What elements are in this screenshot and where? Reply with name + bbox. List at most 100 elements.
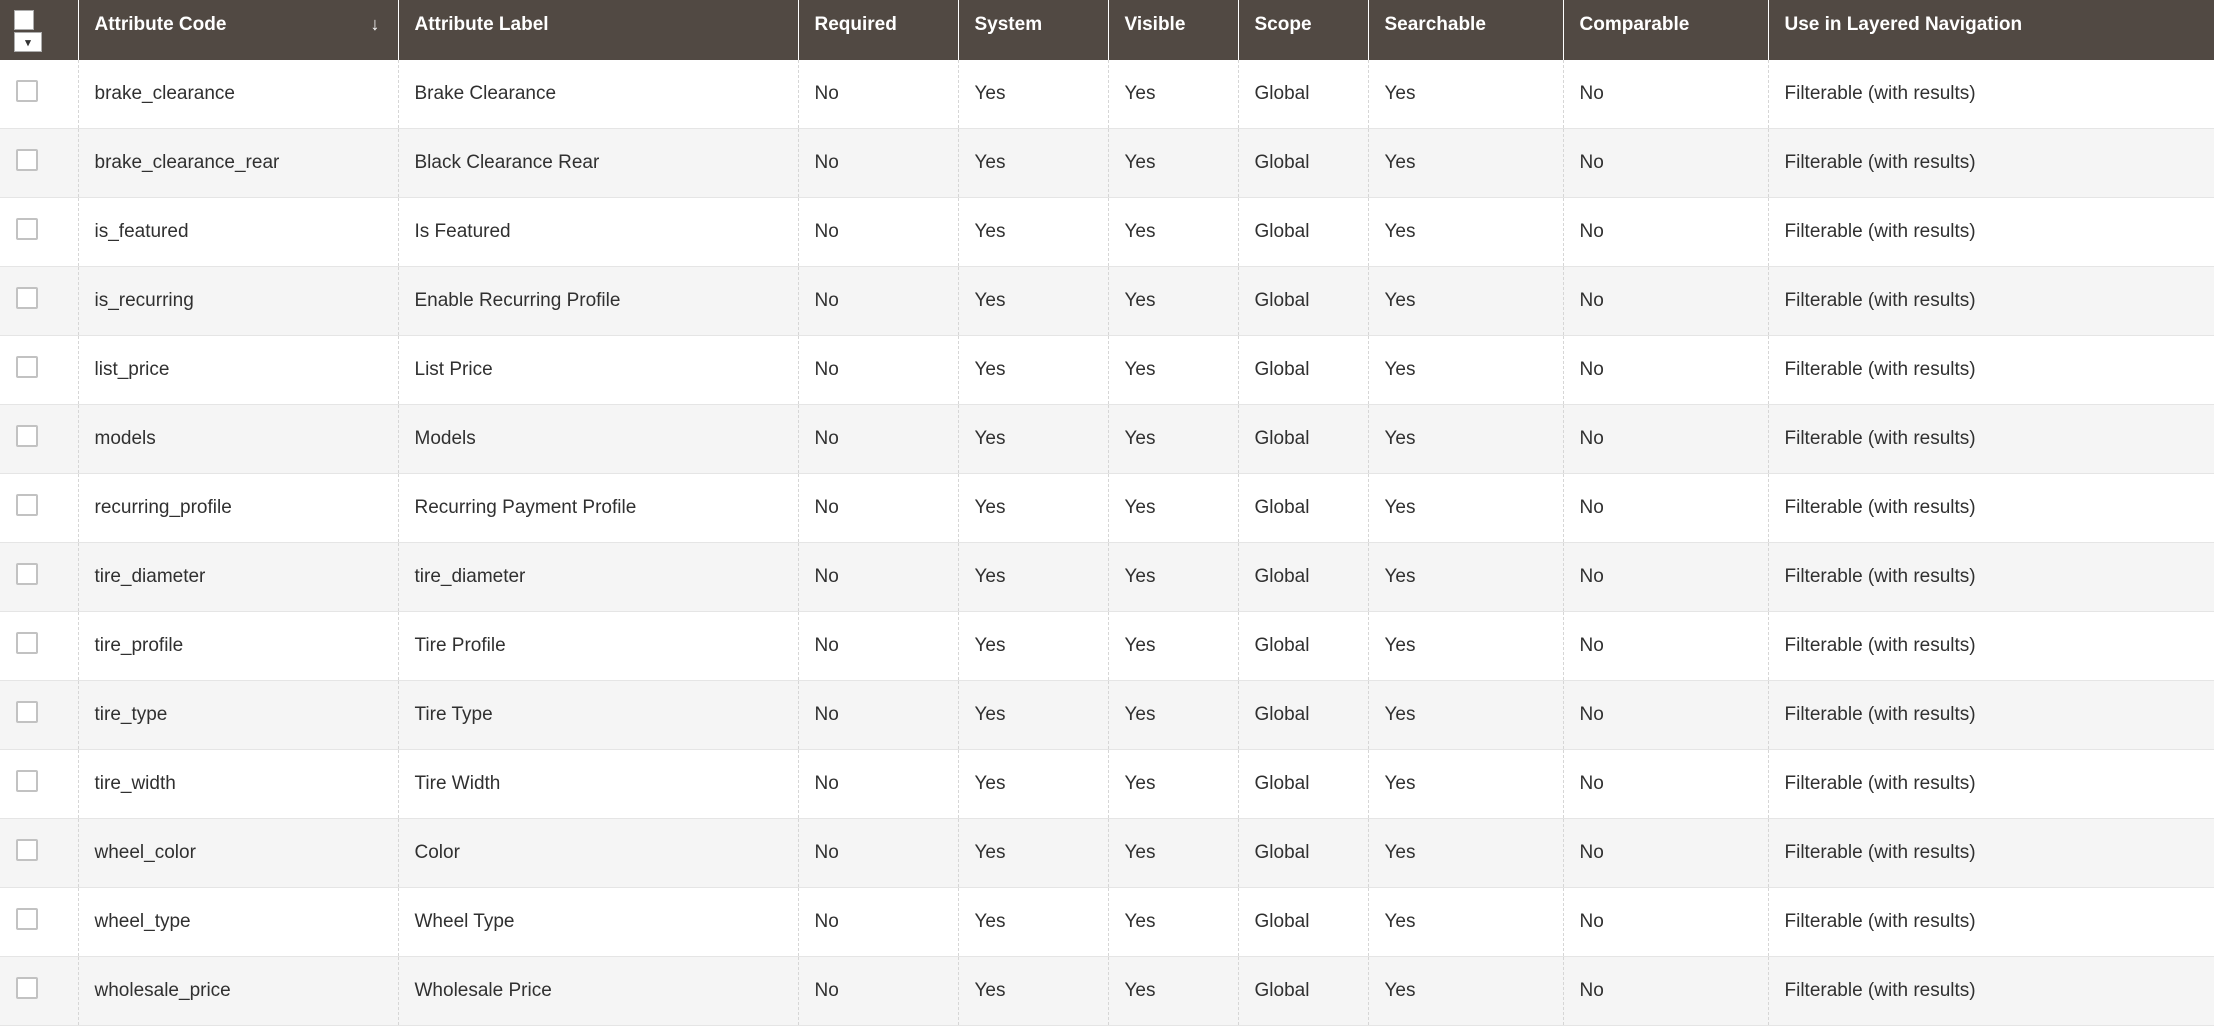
- cell-system: Yes: [958, 819, 1108, 888]
- table-row[interactable]: tire_diametertire_diameterNoYesYesGlobal…: [0, 543, 2214, 612]
- cell-visible: Yes: [1108, 336, 1238, 405]
- cell-system: Yes: [958, 750, 1108, 819]
- cell-select: [0, 750, 78, 819]
- row-checkbox[interactable]: [16, 425, 38, 447]
- row-checkbox[interactable]: [16, 494, 38, 516]
- cell-scope: Global: [1238, 681, 1368, 750]
- table-row[interactable]: tire_widthTire WidthNoYesYesGlobalYesNoF…: [0, 750, 2214, 819]
- cell-system: Yes: [958, 612, 1108, 681]
- cell-required: No: [798, 888, 958, 957]
- select-all-checkbox[interactable]: [14, 10, 34, 30]
- row-checkbox[interactable]: [16, 80, 38, 102]
- chevron-down-icon: ▾: [25, 36, 31, 49]
- cell-scope: Global: [1238, 819, 1368, 888]
- cell-visible: Yes: [1108, 957, 1238, 1026]
- row-checkbox[interactable]: [16, 701, 38, 723]
- select-all-dropdown[interactable]: ▾: [14, 32, 42, 52]
- cell-scope: Global: [1238, 198, 1368, 267]
- cell-attribute-code: tire_diameter: [78, 543, 398, 612]
- table-row[interactable]: recurring_profileRecurring Payment Profi…: [0, 474, 2214, 543]
- cell-comparable: No: [1563, 129, 1768, 198]
- cell-select: [0, 543, 78, 612]
- column-header-attribute-code[interactable]: Attribute Code ↓: [78, 0, 398, 60]
- row-checkbox[interactable]: [16, 149, 38, 171]
- cell-system: Yes: [958, 543, 1108, 612]
- row-checkbox[interactable]: [16, 977, 38, 999]
- cell-searchable: Yes: [1368, 612, 1563, 681]
- cell-attribute-code: brake_clearance_rear: [78, 129, 398, 198]
- table-row[interactable]: is_recurringEnable Recurring ProfileNoYe…: [0, 267, 2214, 336]
- row-checkbox[interactable]: [16, 770, 38, 792]
- cell-attribute-code: wholesale_price: [78, 957, 398, 1026]
- cell-layered-nav: Filterable (with results): [1768, 267, 2214, 336]
- cell-select: [0, 129, 78, 198]
- column-header-comparable[interactable]: Comparable: [1563, 0, 1768, 60]
- cell-searchable: Yes: [1368, 750, 1563, 819]
- cell-select: [0, 612, 78, 681]
- cell-required: No: [798, 405, 958, 474]
- cell-scope: Global: [1238, 60, 1368, 129]
- cell-visible: Yes: [1108, 474, 1238, 543]
- cell-attribute-code: recurring_profile: [78, 474, 398, 543]
- cell-layered-nav: Filterable (with results): [1768, 129, 2214, 198]
- table-row[interactable]: brake_clearance_rearBlack Clearance Rear…: [0, 129, 2214, 198]
- table-row[interactable]: wholesale_priceWholesale PriceNoYesYesGl…: [0, 957, 2214, 1026]
- row-checkbox[interactable]: [16, 632, 38, 654]
- cell-layered-nav: Filterable (with results): [1768, 819, 2214, 888]
- row-checkbox[interactable]: [16, 218, 38, 240]
- column-header-visible[interactable]: Visible: [1108, 0, 1238, 60]
- table-row[interactable]: brake_clearanceBrake ClearanceNoYesYesGl…: [0, 60, 2214, 129]
- column-header-system[interactable]: System: [958, 0, 1108, 60]
- cell-layered-nav: Filterable (with results): [1768, 750, 2214, 819]
- column-header-attribute-label[interactable]: Attribute Label: [398, 0, 798, 60]
- column-header-layered-nav[interactable]: Use in Layered Navigation: [1768, 0, 2214, 60]
- cell-scope: Global: [1238, 612, 1368, 681]
- cell-select: [0, 267, 78, 336]
- cell-comparable: No: [1563, 198, 1768, 267]
- cell-comparable: No: [1563, 888, 1768, 957]
- cell-comparable: No: [1563, 612, 1768, 681]
- cell-select: [0, 405, 78, 474]
- cell-attribute-code: wheel_type: [78, 888, 398, 957]
- cell-comparable: No: [1563, 60, 1768, 129]
- column-header-required[interactable]: Required: [798, 0, 958, 60]
- table-row[interactable]: wheel_colorColorNoYesYesGlobalYesNoFilte…: [0, 819, 2214, 888]
- table-row[interactable]: tire_profileTire ProfileNoYesYesGlobalYe…: [0, 612, 2214, 681]
- column-header-label: Searchable: [1385, 14, 1486, 35]
- cell-attribute-label: Wheel Type: [398, 888, 798, 957]
- cell-required: No: [798, 474, 958, 543]
- cell-system: Yes: [958, 888, 1108, 957]
- table-row[interactable]: wheel_typeWheel TypeNoYesYesGlobalYesNoF…: [0, 888, 2214, 957]
- row-checkbox[interactable]: [16, 356, 38, 378]
- row-checkbox[interactable]: [16, 839, 38, 861]
- cell-attribute-code: models: [78, 405, 398, 474]
- cell-select: [0, 60, 78, 129]
- cell-layered-nav: Filterable (with results): [1768, 543, 2214, 612]
- cell-system: Yes: [958, 198, 1108, 267]
- cell-attribute-label: Brake Clearance: [398, 60, 798, 129]
- cell-select: [0, 336, 78, 405]
- table-row[interactable]: modelsModelsNoYesYesGlobalYesNoFilterabl…: [0, 405, 2214, 474]
- table-row[interactable]: tire_typeTire TypeNoYesYesGlobalYesNoFil…: [0, 681, 2214, 750]
- row-checkbox[interactable]: [16, 563, 38, 585]
- cell-attribute-code: is_featured: [78, 198, 398, 267]
- table-row[interactable]: is_featuredIs FeaturedNoYesYesGlobalYesN…: [0, 198, 2214, 267]
- cell-select: [0, 198, 78, 267]
- cell-visible: Yes: [1108, 681, 1238, 750]
- cell-searchable: Yes: [1368, 888, 1563, 957]
- cell-attribute-code: tire_profile: [78, 612, 398, 681]
- cell-searchable: Yes: [1368, 819, 1563, 888]
- column-header-searchable[interactable]: Searchable: [1368, 0, 1563, 60]
- row-checkbox[interactable]: [16, 287, 38, 309]
- cell-system: Yes: [958, 681, 1108, 750]
- column-header-scope[interactable]: Scope: [1238, 0, 1368, 60]
- cell-required: No: [798, 129, 958, 198]
- table-row[interactable]: list_priceList PriceNoYesYesGlobalYesNoF…: [0, 336, 2214, 405]
- cell-select: [0, 681, 78, 750]
- cell-visible: Yes: [1108, 60, 1238, 129]
- cell-layered-nav: Filterable (with results): [1768, 888, 2214, 957]
- cell-visible: Yes: [1108, 267, 1238, 336]
- column-header-label: Comparable: [1580, 14, 1690, 35]
- table-header-row: ▾ Attribute Code ↓ Attribute Label Requi…: [0, 0, 2214, 60]
- row-checkbox[interactable]: [16, 908, 38, 930]
